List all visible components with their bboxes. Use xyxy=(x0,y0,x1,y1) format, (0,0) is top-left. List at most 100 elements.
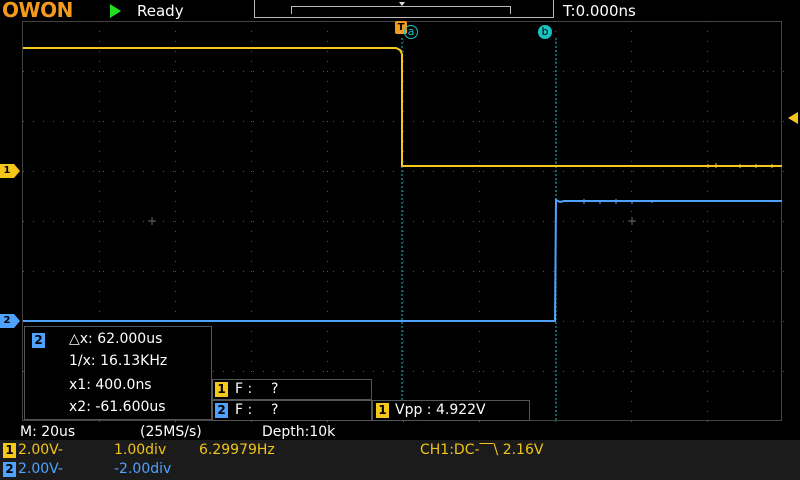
grid-dot xyxy=(251,331,252,332)
grid-dot xyxy=(443,371,444,372)
grid-dot xyxy=(479,331,480,332)
grid-dot xyxy=(463,171,464,172)
grid-dot xyxy=(133,171,134,172)
grid-dot xyxy=(707,41,708,42)
grid-dot xyxy=(631,361,632,362)
grid-dot xyxy=(631,91,632,92)
grid-dot xyxy=(327,261,328,262)
grid-dot xyxy=(773,121,774,122)
grid-dot xyxy=(373,171,374,172)
grid-dot xyxy=(73,71,74,72)
grid-dot xyxy=(353,171,354,172)
grid-dot xyxy=(327,251,328,252)
grid-dot xyxy=(643,121,644,122)
grid-dot xyxy=(143,71,144,72)
grid-dot xyxy=(133,221,134,222)
grid-dot xyxy=(63,71,64,72)
cursor-a-label[interactable]: a xyxy=(404,25,418,39)
grid-dot xyxy=(123,271,124,272)
ch1-volts-div[interactable]: 2.00V- xyxy=(18,442,63,458)
record-depth[interactable]: Depth:10k xyxy=(262,424,335,440)
grid-dot xyxy=(103,221,104,222)
grid-dot xyxy=(99,171,100,172)
grid-dot xyxy=(243,221,244,222)
timebase[interactable]: M: 20us xyxy=(20,424,75,440)
grid-dot xyxy=(479,381,480,382)
grid-dot xyxy=(743,171,744,172)
grid-dot xyxy=(653,371,654,372)
ch2-position-marker[interactable]: 2 xyxy=(0,314,20,328)
grid-dot xyxy=(533,171,534,172)
grid-dot xyxy=(573,371,574,372)
grid-dot xyxy=(513,371,514,372)
ch2-status-badge[interactable]: 2 xyxy=(3,462,16,477)
grid-dot xyxy=(363,271,364,272)
grid-dot xyxy=(479,41,480,42)
ch2-volts-div[interactable]: 2.00V- xyxy=(18,461,63,477)
grid-dot xyxy=(403,301,404,302)
grid-dot xyxy=(555,361,556,362)
grid-dot xyxy=(413,221,414,222)
grid-dot xyxy=(763,271,764,272)
grid-dot xyxy=(413,271,414,272)
grid-dot xyxy=(175,71,176,72)
grid-dot xyxy=(533,271,534,272)
grid-dot xyxy=(253,221,254,222)
grid-dot xyxy=(555,81,556,82)
grid-dot xyxy=(251,181,252,182)
grid-dot xyxy=(403,371,404,372)
grid-dot xyxy=(327,151,328,152)
grid-dot xyxy=(113,71,114,72)
grid-dot xyxy=(653,171,654,172)
grid-dot xyxy=(273,271,274,272)
grid-dot xyxy=(707,351,708,352)
grid-dot xyxy=(555,421,556,422)
grid-dot xyxy=(263,71,264,72)
trigger-level-marker-icon[interactable] xyxy=(788,112,798,124)
grid-dot xyxy=(99,271,100,272)
grid-dot xyxy=(99,111,100,112)
grid-dot xyxy=(99,221,100,222)
cursor-panel-channel: 2 xyxy=(32,333,45,348)
grid-dot xyxy=(653,221,654,222)
grid-dot xyxy=(203,171,204,172)
ch1-status-badge[interactable]: 1 xyxy=(3,443,16,458)
grid-dot xyxy=(123,121,124,122)
grid-dot xyxy=(707,231,708,232)
grid-dot xyxy=(707,401,708,402)
trigger-status[interactable]: CH1:DC-⎺\ 2.16V xyxy=(420,442,543,458)
grid-dot xyxy=(707,21,708,22)
grid-dot xyxy=(423,271,424,272)
grid-dot xyxy=(183,121,184,122)
ch1-measure-badge: 1 xyxy=(215,382,228,397)
cursor-measure-panel: 2 △x: 62.000us 1/x: 16.13KHz x1: 400.0ns… xyxy=(24,326,212,420)
cursor-b-label[interactable]: b xyxy=(538,25,552,39)
grid-dot xyxy=(327,231,328,232)
grid-dot xyxy=(773,171,774,172)
grid-dot xyxy=(707,251,708,252)
grid-dot xyxy=(631,371,632,372)
grid-dot xyxy=(631,111,632,112)
grid-dot xyxy=(573,121,574,122)
grid-dot xyxy=(503,271,504,272)
grid-dot xyxy=(23,71,24,72)
grid-dot xyxy=(523,121,524,122)
grid-dot xyxy=(143,121,144,122)
grid-dot xyxy=(175,101,176,102)
grid-dot xyxy=(413,71,414,72)
grid-dot xyxy=(33,171,34,172)
grid-dot xyxy=(479,111,480,112)
grid-dot xyxy=(313,121,314,122)
grid-dot xyxy=(103,71,104,72)
grid-dot xyxy=(327,81,328,82)
grid-dot xyxy=(453,271,454,272)
grid-dot xyxy=(643,221,644,222)
grid-dot xyxy=(573,221,574,222)
grid-dot xyxy=(555,381,556,382)
grid-dot xyxy=(175,251,176,252)
grid-dot xyxy=(423,371,424,372)
ch1-position-marker[interactable]: 1 xyxy=(0,164,20,178)
grid-dot xyxy=(631,291,632,292)
ch1-freq-measure: 1 F : ? xyxy=(212,379,372,400)
grid-dot xyxy=(251,21,252,22)
